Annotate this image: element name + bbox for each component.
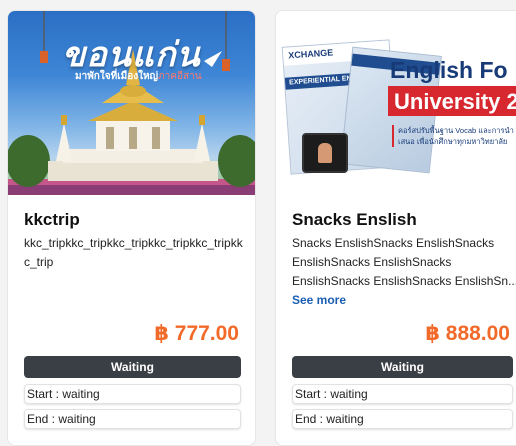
product-card-kkctrip[interactable]: ขอนแก่น มาพักใจที่เมืองใหญ่ภาคอีสาน kkct… — [7, 10, 256, 446]
end-info: End : waiting — [24, 409, 241, 429]
product-description: kkc_tripkkc_tripkkc_tripkkc_tripkkc_trip… — [24, 236, 243, 269]
start-info: Start : waiting — [292, 384, 513, 404]
see-more-link[interactable]: See more — [292, 293, 346, 307]
product-name[interactable]: kkctrip — [24, 210, 80, 230]
status-button[interactable]: Waiting — [24, 356, 241, 378]
start-info: Start : waiting — [24, 384, 241, 404]
image-title-highlight: University 2 — [388, 86, 516, 116]
image-title: English Fo — [390, 57, 508, 83]
status-button[interactable]: Waiting — [292, 356, 513, 378]
product-price: ฿ 777.00 — [154, 322, 239, 345]
image-tagline: มาพักใจที่เมืองใหญ่ภาคอีสาน — [75, 71, 202, 82]
product-name[interactable]: Snacks Enslish — [292, 210, 417, 230]
end-info: End : waiting — [292, 409, 513, 429]
product-card-snacks-enslish[interactable]: XCHANGE EXPERIENTIAL ENGLISH 2 English F… — [275, 10, 516, 446]
product-image[interactable]: XCHANGE EXPERIENTIAL ENGLISH 2 English F… — [276, 11, 516, 195]
image-subtitle: คอร์สปรับพื้นฐาน Vocab และการนำเสนอ เพื่… — [392, 125, 516, 147]
product-image[interactable]: ขอนแก่น มาพักใจที่เมืองใหญ่ภาคอีสาน — [8, 11, 255, 195]
product-price: ฿ 888.00 — [425, 322, 510, 345]
tablet-illustration — [302, 133, 348, 173]
product-description: Snacks EnslishSnacks EnslishSnacks Ensli… — [292, 236, 516, 307]
